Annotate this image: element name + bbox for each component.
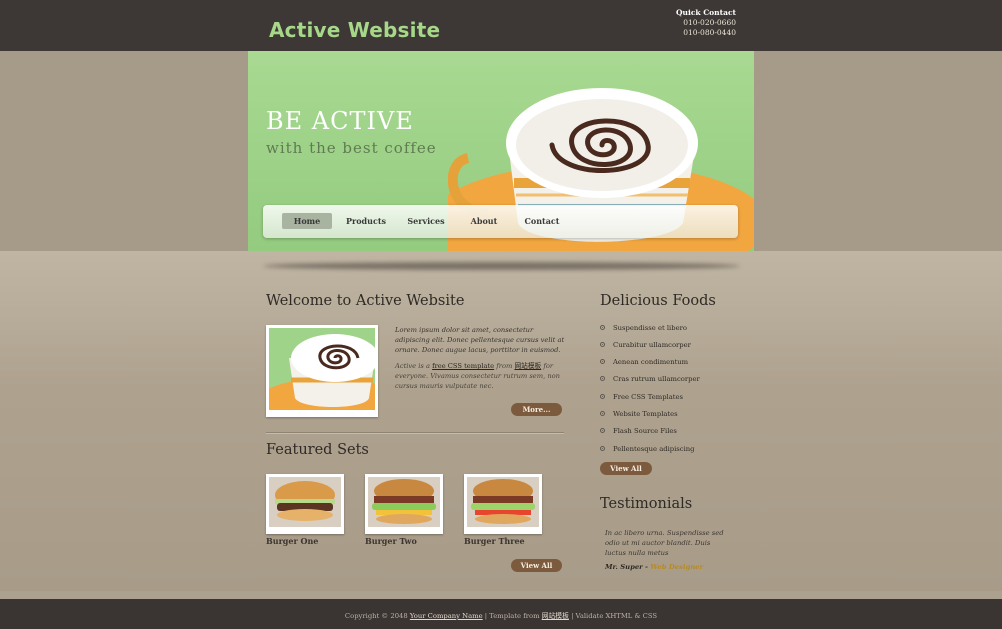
burger-three-image[interactable] (464, 474, 542, 534)
bullet-icon (600, 324, 605, 330)
bullet-icon (600, 427, 605, 433)
more-button[interactable]: More... (511, 403, 562, 416)
quick-contact-title: Quick Contact (676, 8, 736, 17)
foods-title: Delicious Foods (600, 293, 716, 309)
welcome-image (259, 325, 399, 422)
food-item-label[interactable]: Aenean condimentum (613, 358, 688, 366)
food-list-item[interactable]: Cras rutrum ullamcorper (600, 373, 700, 385)
food-list-item[interactable]: Flash Source Files (600, 425, 677, 437)
nav-products[interactable]: Products (341, 213, 391, 229)
burger-three-label[interactable]: Burger Three (464, 536, 525, 546)
banner-headline: BE ACTIVE (266, 107, 414, 135)
footer-validate-link[interactable]: Validate XHTML & CSS (576, 612, 658, 620)
author-role: Web Designer (650, 563, 704, 571)
food-list-item[interactable]: Curabitur ullamcorper (600, 339, 691, 351)
footer-company-link[interactable]: Your Company Name (410, 612, 483, 620)
welcome-paragraph-2: Active is a free CSS template from 网站模板 … (395, 361, 567, 391)
testimonial-quote: In ac libero urna. Suspendisse sed odio … (605, 529, 724, 557)
bullet-icon (600, 358, 605, 364)
food-item-label[interactable]: Website Templates (613, 410, 678, 418)
footer-template-link[interactable]: 网站模板 (542, 612, 569, 620)
food-item-label[interactable]: Suspendisse et libero (613, 324, 687, 332)
burger-icon (269, 477, 341, 527)
featured-title: Featured Sets (266, 442, 369, 458)
food-item-label[interactable]: Cras rutrum ullamcorper (613, 375, 700, 383)
food-list-item[interactable]: Free CSS Templates (600, 391, 683, 403)
bullet-icon (600, 393, 605, 399)
food-item-label[interactable]: Curabitur ullamcorper (613, 341, 691, 349)
food-list-item[interactable]: Suspendisse et libero (600, 322, 687, 334)
header-bar (0, 0, 1002, 51)
template-site-link[interactable]: 网站模板 (514, 362, 541, 370)
nav-contact[interactable]: Contact (517, 213, 567, 229)
featured-view-all-button[interactable]: View All (511, 559, 562, 572)
food-list-item[interactable]: Aenean condimentum (600, 356, 688, 368)
nav-home[interactable]: Home (282, 213, 332, 229)
nav-shadow (263, 262, 740, 270)
food-item-label[interactable]: Pellentesque adipiscing (613, 445, 695, 453)
section-divider (266, 432, 564, 434)
p2-prefix: Active is a (395, 362, 430, 370)
burger-icon (368, 477, 440, 527)
banner-subheadline: with the best coffee (266, 139, 437, 157)
bullet-icon (600, 410, 605, 416)
nav-about[interactable]: About (459, 213, 509, 229)
footer-copyright: Copyright © 2048 (344, 612, 408, 620)
welcome-title: Welcome to Active Website (266, 293, 465, 309)
phone-1: 010-020-0660 (683, 18, 736, 27)
coffee-thumbnail (259, 328, 399, 422)
burger-two-label[interactable]: Burger Two (365, 536, 417, 546)
burger-icon (467, 477, 539, 527)
welcome-paragraph-1: Lorem ipsum dolor sit amet, consectetur … (395, 326, 565, 354)
food-item-label[interactable]: Flash Source Files (613, 427, 677, 435)
food-item-label[interactable]: Free CSS Templates (613, 393, 683, 401)
burger-one-label[interactable]: Burger One (266, 536, 318, 546)
food-list-item[interactable]: Pellentesque adipiscing (600, 443, 695, 455)
bullet-icon (600, 375, 605, 381)
food-list-item[interactable]: Website Templates (600, 408, 678, 420)
bullet-icon (600, 445, 605, 451)
site-title[interactable]: Active Website (269, 18, 440, 42)
testimonial-author: Mr. Super - Web Designer (605, 563, 703, 571)
footer-text: Copyright © 2048 Your Company Name | Tem… (0, 610, 1002, 620)
main-nav: Home Products Services About Contact (263, 205, 738, 238)
foods-view-all-button[interactable]: View All (600, 462, 652, 475)
footer-template-prefix: Template from (489, 612, 540, 620)
burger-two-image[interactable] (365, 474, 443, 534)
burger-one-image[interactable] (266, 474, 344, 534)
phone-2: 010-080-0440 (683, 28, 736, 37)
nav-services[interactable]: Services (401, 213, 451, 229)
testimonials-title: Testimonials (600, 496, 693, 512)
bullet-icon (600, 341, 605, 347)
author-name: Mr. Super (605, 563, 643, 571)
free-css-template-link[interactable]: free CSS template (432, 362, 494, 370)
footer-sep-2: | (568, 612, 576, 620)
p2-mid: from (496, 362, 513, 370)
quick-contact: Quick Contact 010-020-0660 010-080-0440 (640, 8, 736, 38)
